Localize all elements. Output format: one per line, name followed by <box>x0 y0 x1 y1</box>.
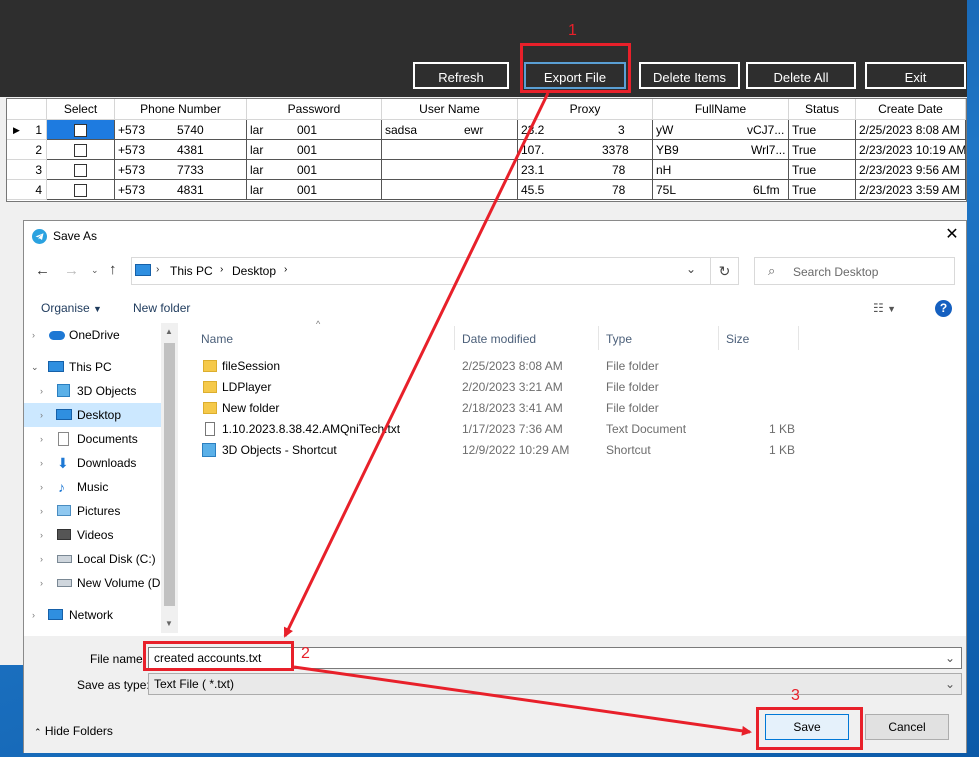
arrow-export-to-filename <box>283 92 550 638</box>
annotation-arrows <box>283 92 752 736</box>
arrow-filename-to-save <box>293 665 752 736</box>
